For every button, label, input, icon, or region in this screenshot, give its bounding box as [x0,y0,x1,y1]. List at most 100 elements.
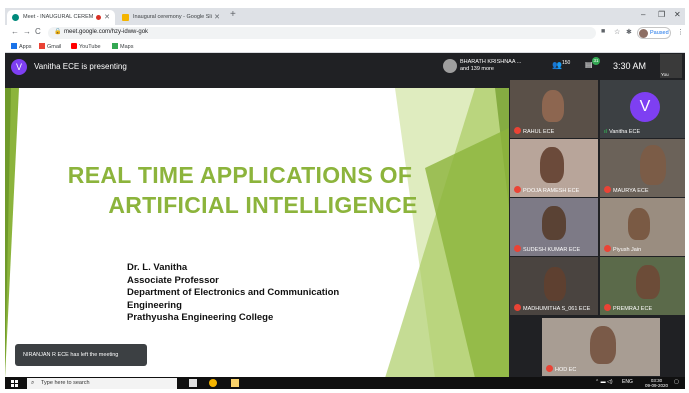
close-window-button[interactable]: ✕ [674,10,681,19]
participant-video [628,208,650,240]
author-line: Department of Electronics and Communicat… [127,287,340,298]
file-explorer-icon[interactable] [231,379,239,387]
profile-button[interactable]: Paused [637,27,671,39]
mic-off-icon [546,365,553,372]
participant-video [590,326,616,364]
camera-icon[interactable]: ■ [601,28,605,35]
store-icon[interactable] [189,379,197,387]
slide-author-block: Dr. L. Vanitha Associate Professor Depar… [127,262,339,325]
recording-icon [96,15,101,20]
youtube-icon [71,43,77,49]
participant-tile[interactable]: SUDESH KUMAR ECE [510,198,598,256]
tab-meet[interactable]: Meet - INAUGURAL CEREM ✕ [7,10,115,25]
author-line: Prathyusha Engineering College [127,312,274,323]
participant-tile[interactable]: MAURYA ECE [600,139,685,197]
bookmark-maps[interactable]: Maps [112,43,133,50]
slide-decoration [5,88,509,378]
slide-title: REAL TIME APPLICATIONS OF ARTIFICIAL INT… [67,162,418,218]
self-view[interactable]: You [660,54,682,78]
author-line: Engineering [127,299,182,311]
participant-name: ıl Vanitha ECE [604,129,641,135]
close-tab-icon[interactable]: ✕ [214,10,220,25]
participant-name: PREMRAJ ECE [604,304,652,312]
notification-toast: NIRANJAN R ECE has left the meeting [15,344,147,366]
bookmark-apps[interactable]: Apps [11,43,32,50]
participant-count: 150 [561,60,571,66]
mic-off-icon [514,186,521,193]
speaking-icon: ıl [604,129,608,135]
meet-header: V Vanitha ECE is presenting BHARATH KRIS… [5,53,685,80]
address-bar[interactable]: 🔒 meet.google.com/hzy-idww-gok [48,27,596,39]
self-label: You [661,72,669,77]
gmail-icon [39,43,45,49]
presenting-label: Vanitha ECE is presenting [34,62,127,71]
people-icon: 👥 [552,60,562,70]
mic-off-icon [514,245,521,252]
meeting-time: 3:30 AM [613,61,647,71]
minimize-button[interactable]: – [641,10,645,19]
participant-tile[interactable]: PREMRAJ ECE [600,257,685,315]
mic-off-icon [514,304,521,311]
slides-favicon-icon [122,14,129,21]
extension-icon[interactable]: ✱ [626,28,632,36]
tray-icons[interactable]: ⌃ ▬ ◁) [595,379,612,385]
participant-video [636,265,660,299]
participant-tile[interactable]: RAHUL ECE [510,80,598,138]
participant-name: POOJA RAMESH ECE [514,186,579,194]
windows-start-icon[interactable] [11,380,18,387]
participant-tile[interactable]: MADHUMITHA S_061 ECE [510,257,598,315]
participant-video [540,147,564,183]
taskbar-clock[interactable]: 03:30 09-09-2020 [645,378,668,388]
bookmark-youtube[interactable]: YouTube [71,43,101,50]
tab-title: Inaugural ceremony - Google Sli [133,14,212,20]
mic-off-icon [514,127,521,134]
profile-status: Paused [650,30,669,36]
author-line: Dr. L. Vanitha [127,262,188,273]
taskbar-search[interactable]: ⌕ Type here to search [27,378,177,389]
author-line: Associate Professor [127,274,219,286]
meet-favicon-icon [12,14,19,21]
screen: Meet - INAUGURAL CEREM ✕ Inaugural cerem… [5,8,685,389]
menu-icon[interactable]: ⋮ [677,28,684,36]
participant-tile[interactable]: HOD EC [542,318,660,376]
presenter-avatar: V [11,59,27,75]
participant-tile[interactable]: POOJA RAMESH ECE [510,139,598,197]
participant-video [640,145,666,185]
host-avatar [443,59,457,73]
restore-button[interactable]: ❐ [658,10,665,19]
presentation-slide: REAL TIME APPLICATIONS OF ARTIFICIAL INT… [5,88,509,378]
apps-icon [11,43,17,49]
search-icon: ⌕ [31,380,35,386]
url-text: meet.google.com/hzy-idww-gok [64,29,149,35]
participant-name: RAHUL ECE [514,127,554,135]
tab-slides[interactable]: Inaugural ceremony - Google Sli ✕ [117,10,225,25]
participant-name: Piyush Jain [604,245,641,253]
taskbar: ⌕ Type here to search ⌃ ▬ ◁) ENG 03:30 0… [5,377,685,389]
new-tab-button[interactable]: + [230,9,236,20]
avatar [639,29,648,38]
mic-off-icon [604,186,611,193]
participant-name: HOD EC [546,365,576,373]
chrome-icon[interactable] [209,379,217,387]
bookmark-gmail[interactable]: Gmail [39,43,61,50]
tab-strip: Meet - INAUGURAL CEREM ✕ Inaugural cerem… [5,8,685,25]
host-info: BHARATH KRISHNAA ... and 139 more [460,59,522,72]
maps-icon [112,43,118,49]
participant-tile[interactable]: Piyush Jain [600,198,685,256]
language-indicator[interactable]: ENG [622,379,633,385]
lock-icon: 🔒 [54,29,62,35]
reload-icon[interactable]: C [35,27,41,36]
people-button[interactable]: 👥150 [552,60,570,70]
star-icon[interactable]: ☆ [614,28,620,36]
participant-video [544,267,566,301]
notification-icon[interactable]: ▢ [674,379,679,385]
browser-toolbar: ← → C 🔒 meet.google.com/hzy-idww-gok ■ ☆… [5,25,685,41]
bookmarks-bar: Apps Gmail YouTube Maps [5,41,685,53]
mic-off-icon [604,245,611,252]
participant-avatar: V [630,92,660,122]
close-tab-icon[interactable]: ✕ [104,10,110,25]
participant-tile[interactable]: V ıl Vanitha ECE [600,80,685,138]
forward-icon[interactable]: → [23,27,31,36]
back-icon[interactable]: ← [11,27,19,36]
chat-button[interactable]: ▤ 31 [585,57,600,69]
